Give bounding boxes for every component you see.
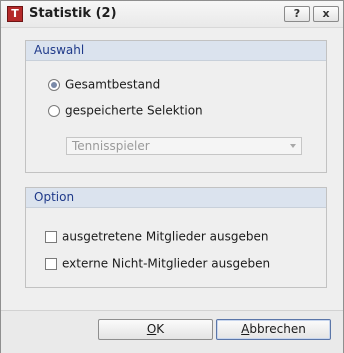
cancel-button-label: bbrechen <box>249 322 306 336</box>
checkbox-icon[interactable] <box>45 230 57 243</box>
app-logo-icon: T <box>7 6 23 22</box>
checkbox-icon[interactable] <box>45 257 57 270</box>
dialog-window: T Statistik (2) ? x Auswahl Gesamtbestan… <box>0 0 344 353</box>
window-title: Statistik (2) <box>29 6 117 21</box>
checkbox-ausgetretene[interactable]: ausgetretene Mitglieder ausgeben <box>45 228 268 244</box>
help-button[interactable]: ? <box>284 6 310 22</box>
radio-gespeicherte-selektion[interactable]: gespeicherte Selektion <box>48 102 203 118</box>
option-header: Option <box>26 188 326 208</box>
chevron-down-icon <box>290 144 296 148</box>
radio-unchecked-icon[interactable] <box>48 104 60 117</box>
selektion-dropdown[interactable]: Tennisspieler <box>66 137 302 155</box>
radio-gesamtbestand[interactable]: Gesamtbestand <box>48 76 160 92</box>
selektion-dropdown-value: Tennisspieler <box>72 139 150 153</box>
title-bar[interactable]: T Statistik (2) ? x <box>1 1 343 28</box>
ok-button-label: K <box>156 322 165 336</box>
ok-button-mnemonic: O <box>146 322 157 336</box>
checkbox-externe-label: externe Nicht-Mitglieder ausgeben <box>62 256 271 271</box>
auswahl-header: Auswahl <box>26 41 326 61</box>
checkbox-externe[interactable]: externe Nicht-Mitglieder ausgeben <box>45 255 270 271</box>
checkbox-ausgetretene-label: ausgetretene Mitglieder ausgeben <box>62 229 269 244</box>
radio-gespeicherte-selektion-label: gespeicherte Selektion <box>65 103 203 118</box>
close-button[interactable]: x <box>313 6 339 22</box>
option-group: Option ausgetretene Mitglieder ausgeben … <box>25 187 327 288</box>
ok-button[interactable]: OK <box>98 319 213 340</box>
button-bar: OK Abbrechen <box>1 310 343 353</box>
auswahl-group: Auswahl Gesamtbestand gespeicherte Selek… <box>25 40 327 173</box>
cancel-button[interactable]: Abbrechen <box>216 319 331 340</box>
radio-gesamtbestand-label: Gesamtbestand <box>65 77 161 92</box>
radio-checked-icon[interactable] <box>48 78 60 91</box>
